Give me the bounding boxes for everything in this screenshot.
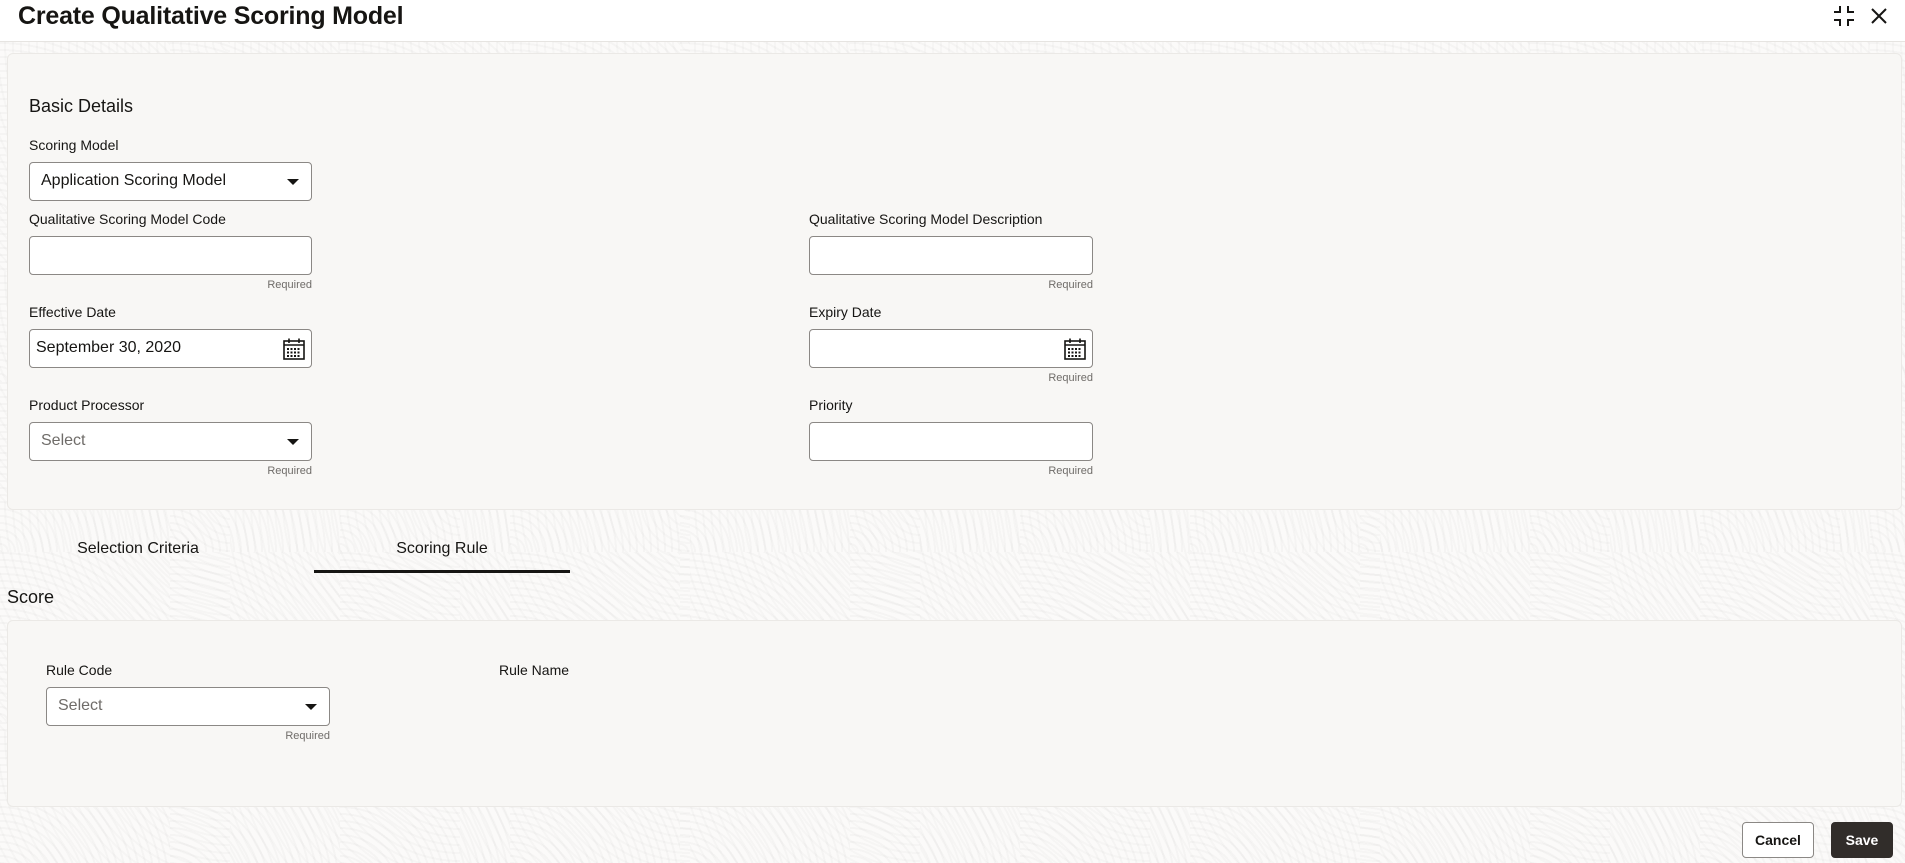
- effective-date-label: Effective Date: [29, 304, 116, 320]
- collapse-icon[interactable]: [1832, 4, 1856, 28]
- tab-scoring-rule[interactable]: Scoring Rule: [314, 540, 570, 558]
- calendar-icon[interactable]: [1063, 337, 1087, 361]
- section-title-basic-details: Basic Details: [29, 96, 134, 116]
- active-tab-indicator: [314, 570, 570, 573]
- save-button[interactable]: Save: [1831, 822, 1893, 858]
- product-processor-placeholder: Select: [41, 432, 86, 449]
- scoring-model-value: Application Scoring Model: [41, 172, 226, 189]
- chevron-down-icon: [287, 179, 299, 185]
- priority-input[interactable]: [809, 422, 1093, 461]
- expiry-date-required: Required: [1048, 372, 1093, 384]
- expiry-date-input[interactable]: [809, 329, 1093, 368]
- model-code-input[interactable]: [29, 236, 312, 275]
- product-processor-select[interactable]: Select: [29, 422, 312, 461]
- chevron-down-icon: [305, 704, 317, 710]
- effective-date-value: September 30, 2020: [36, 339, 181, 356]
- rule-code-select[interactable]: Select: [46, 687, 330, 726]
- rule-code-required: Required: [285, 730, 330, 742]
- dialog-header: Create Qualitative Scoring Model: [0, 0, 1905, 42]
- model-description-input[interactable]: [809, 236, 1093, 275]
- priority-required: Required: [1048, 465, 1093, 477]
- priority-label: Priority: [809, 397, 853, 413]
- section-title-score: Score: [7, 587, 55, 607]
- tab-selection-criteria[interactable]: Selection Criteria: [40, 540, 236, 558]
- model-description-required: Required: [1048, 279, 1093, 291]
- cancel-button[interactable]: Cancel: [1742, 822, 1814, 858]
- effective-date-input[interactable]: September 30, 2020: [29, 329, 312, 368]
- close-icon[interactable]: [1867, 4, 1891, 28]
- chevron-down-icon: [287, 439, 299, 445]
- calendar-icon[interactable]: [282, 337, 306, 361]
- product-processor-label: Product Processor: [29, 397, 145, 413]
- scoring-model-label: Scoring Model: [29, 137, 119, 153]
- model-description-label: Qualitative Scoring Model Description: [809, 211, 1043, 227]
- page-title: Create Qualitative Scoring Model: [18, 2, 404, 30]
- product-processor-required: Required: [267, 465, 312, 477]
- rule-code-placeholder: Select: [58, 697, 103, 714]
- expiry-date-label: Expiry Date: [809, 304, 882, 320]
- model-code-required: Required: [267, 279, 312, 291]
- model-code-label: Qualitative Scoring Model Code: [29, 211, 226, 227]
- scoring-model-select[interactable]: Application Scoring Model: [29, 162, 312, 201]
- rule-name-label: Rule Name: [499, 662, 570, 678]
- rule-code-label: Rule Code: [46, 662, 113, 678]
